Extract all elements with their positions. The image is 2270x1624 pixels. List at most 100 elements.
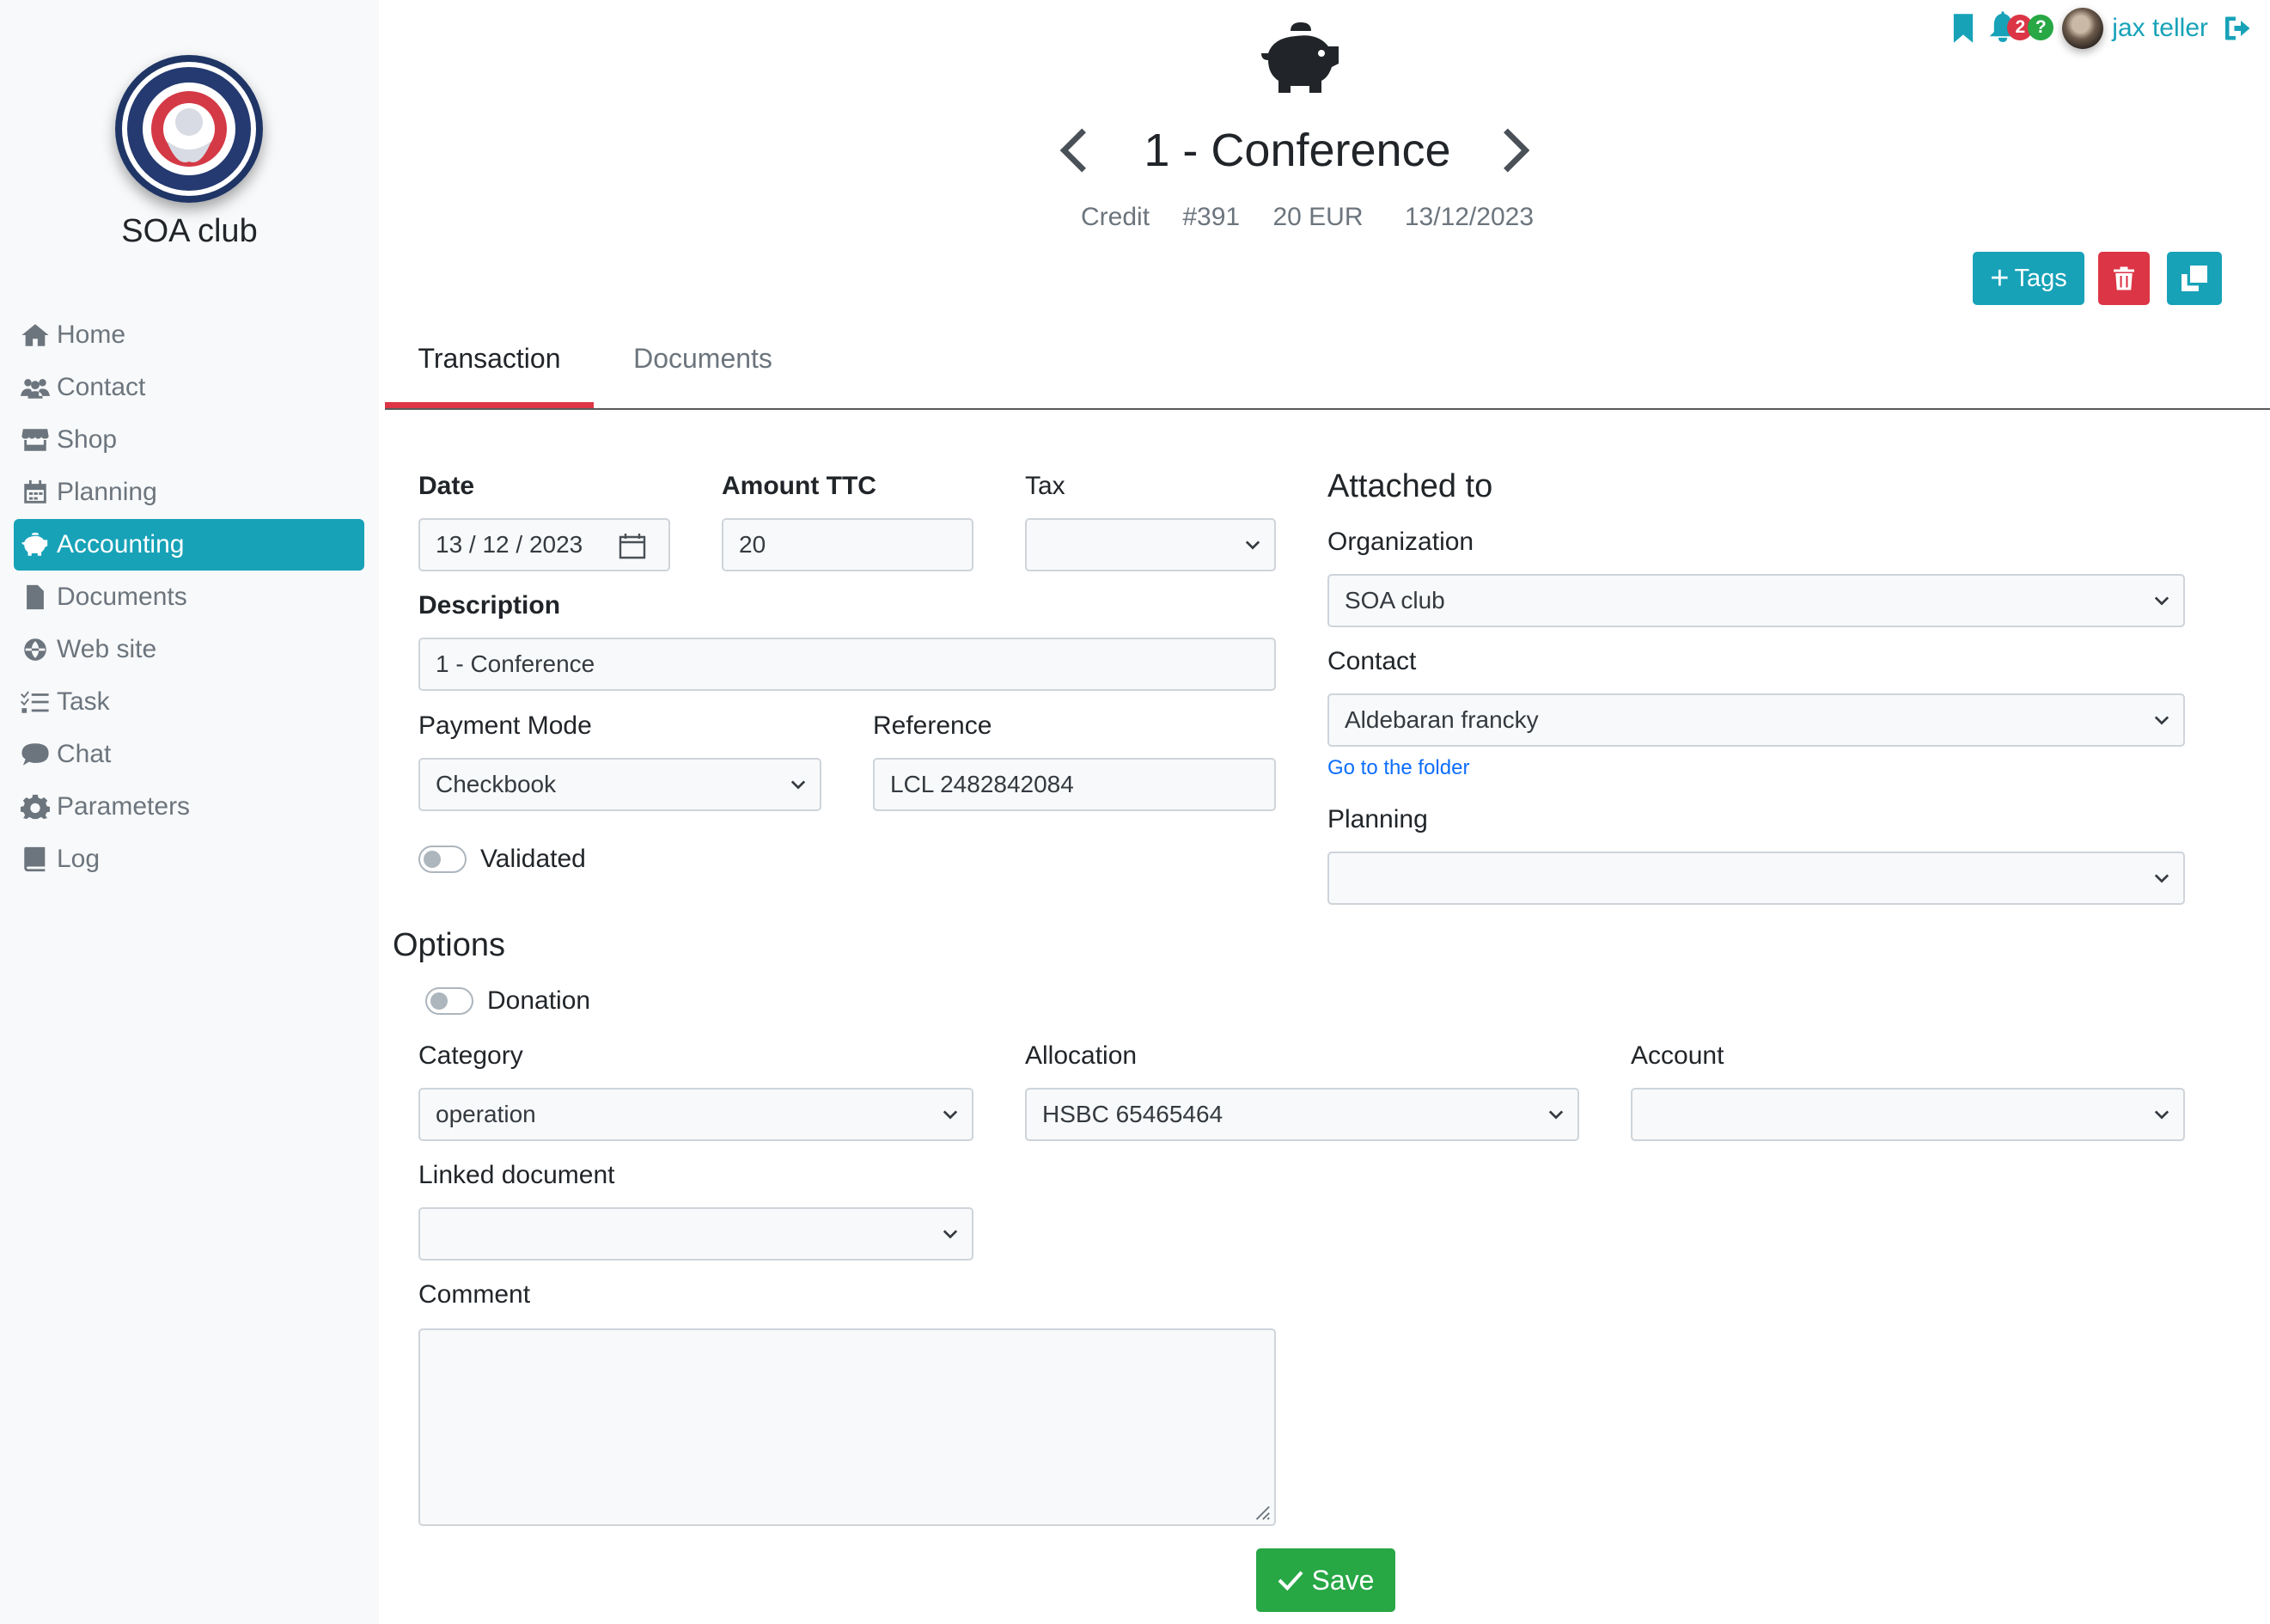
logout-icon[interactable] [2224,15,2253,41]
transaction-number: #391 [1182,203,1241,231]
tags-button-label: Tags [2014,264,2067,292]
home-icon [21,324,49,346]
amount-value: 20 [739,531,766,558]
sidebar-item-planning[interactable]: Planning [14,467,364,518]
allocation-value: HSBC 65465464 [1042,1101,1223,1127]
reference-value: LCL 2482842084 [890,771,1074,797]
transaction-type: Credit [1081,203,1150,231]
chevron-down-icon [1548,1110,1564,1120]
sidebar-item-parameters[interactable]: Parameters [14,781,364,833]
planning-label: Planning [1327,805,1428,833]
club-logo-image [115,55,263,203]
sidebar-item-label: Chat [57,740,112,768]
avatar[interactable] [2062,8,2104,49]
tab-documents[interactable]: Documents [615,331,790,408]
trash-icon [2114,266,2134,290]
copy-icon [2182,266,2207,291]
tasks-icon [21,691,49,713]
check-icon [1278,1571,1303,1591]
username-link[interactable]: jax teller [2112,14,2208,43]
chevron-down-icon [2154,1110,2169,1120]
amount-label: Amount TTC [722,472,876,500]
linked-document-select[interactable] [418,1207,973,1261]
validated-label: Validated [480,845,586,873]
sidebar-item-label: Shop [57,425,118,454]
chevron-down-icon [2154,716,2169,725]
bookmark-icon[interactable] [1952,14,1974,43]
calendar-icon[interactable] [619,532,646,559]
validated-toggle[interactable] [418,846,467,873]
transaction-date: 13/12/2023 [1404,203,1535,231]
globe-icon [24,638,46,661]
delete-button[interactable] [2098,252,2150,305]
organization-select[interactable]: SOA club [1327,574,2185,627]
sidebar-item-label: Log [57,845,101,873]
organization-value: SOA club [1345,587,1445,614]
sidebar-item-shop[interactable]: Shop [14,414,364,466]
category-value: operation [436,1101,536,1127]
sidebar-item-contact[interactable]: Contact [14,362,364,413]
tax-label: Tax [1025,472,1065,500]
resize-handle-icon[interactable] [1252,1502,1271,1521]
book-icon [24,846,46,872]
sidebar-item-documents[interactable]: Documents [14,571,364,623]
sidebar-item-label: Task [57,687,110,716]
plus-icon: + [1990,260,2010,296]
date-label: Date [418,472,475,500]
payment-mode-select[interactable]: Checkbook [418,758,821,811]
account-label: Account [1631,1041,1724,1070]
sidebar-item-label: Planning [57,478,157,506]
account-select[interactable] [1631,1088,2185,1141]
comment-textarea[interactable] [418,1328,1276,1526]
sidebar-item-home[interactable]: Home [14,309,364,361]
calendar-icon [24,479,46,504]
category-select[interactable]: operation [418,1088,973,1141]
organization-label: Organization [1327,528,1474,556]
planning-select[interactable] [1327,852,2185,905]
date-field[interactable]: 13 / 12 / 2023 [418,518,670,571]
tabs: Transaction Documents [385,331,2270,410]
transaction-meta: Credit #391 20 EUR 13/12/2023 [1081,203,1559,232]
amount-field[interactable]: 20 [722,518,973,571]
allocation-label: Allocation [1025,1041,1138,1070]
piggy-bank-icon [1261,22,1339,94]
tax-select[interactable] [1025,518,1276,571]
contact-value: Aldebaran francky [1345,706,1539,733]
club-logo[interactable] [115,55,263,203]
options-heading: Options [393,927,505,963]
reference-field[interactable]: LCL 2482842084 [873,758,1276,811]
add-tags-button[interactable]: + Tags [1973,252,2084,305]
sidebar-item-label: Web site [57,635,157,663]
sidebar-item-chat[interactable]: Chat [14,729,364,780]
chevron-down-icon [790,780,806,790]
sidebar-item-accounting[interactable]: Accounting [14,519,364,571]
contact-select[interactable]: Aldebaran francky [1327,693,2185,747]
notifications[interactable]: 2 ? [1988,11,2054,46]
chevron-down-icon [943,1230,958,1239]
help-badge[interactable]: ? [2028,15,2054,40]
date-value: 13 / 12 / 2023 [436,531,583,558]
description-value: 1 - Conference [436,650,595,677]
reference-label: Reference [873,711,992,740]
tab-transaction[interactable]: Transaction [385,331,594,408]
sidebar-item-label: Documents [57,583,187,611]
sidebar-item-task[interactable]: Task [14,676,364,728]
comment-label: Comment [418,1280,531,1309]
chat-icon [21,743,49,766]
sidebar-item-website[interactable]: Web site [14,624,364,675]
save-button[interactable]: Save [1256,1548,1395,1612]
allocation-select[interactable]: HSBC 65465464 [1025,1088,1579,1141]
store-icon [21,429,49,451]
chevron-down-icon [2154,874,2169,883]
chevron-down-icon [943,1110,958,1120]
go-to-folder-link[interactable]: Go to the folder [1327,756,1469,780]
contact-label: Contact [1327,647,1417,675]
duplicate-button[interactable] [2167,252,2222,305]
donation-toggle[interactable] [425,987,473,1015]
chevron-down-icon [2154,596,2169,606]
description-field[interactable]: 1 - Conference [418,638,1276,691]
sidebar-item-log[interactable]: Log [14,833,364,885]
category-label: Category [418,1041,523,1070]
next-chevron-icon[interactable] [1498,127,1533,174]
piggy-bank-icon [21,532,48,556]
